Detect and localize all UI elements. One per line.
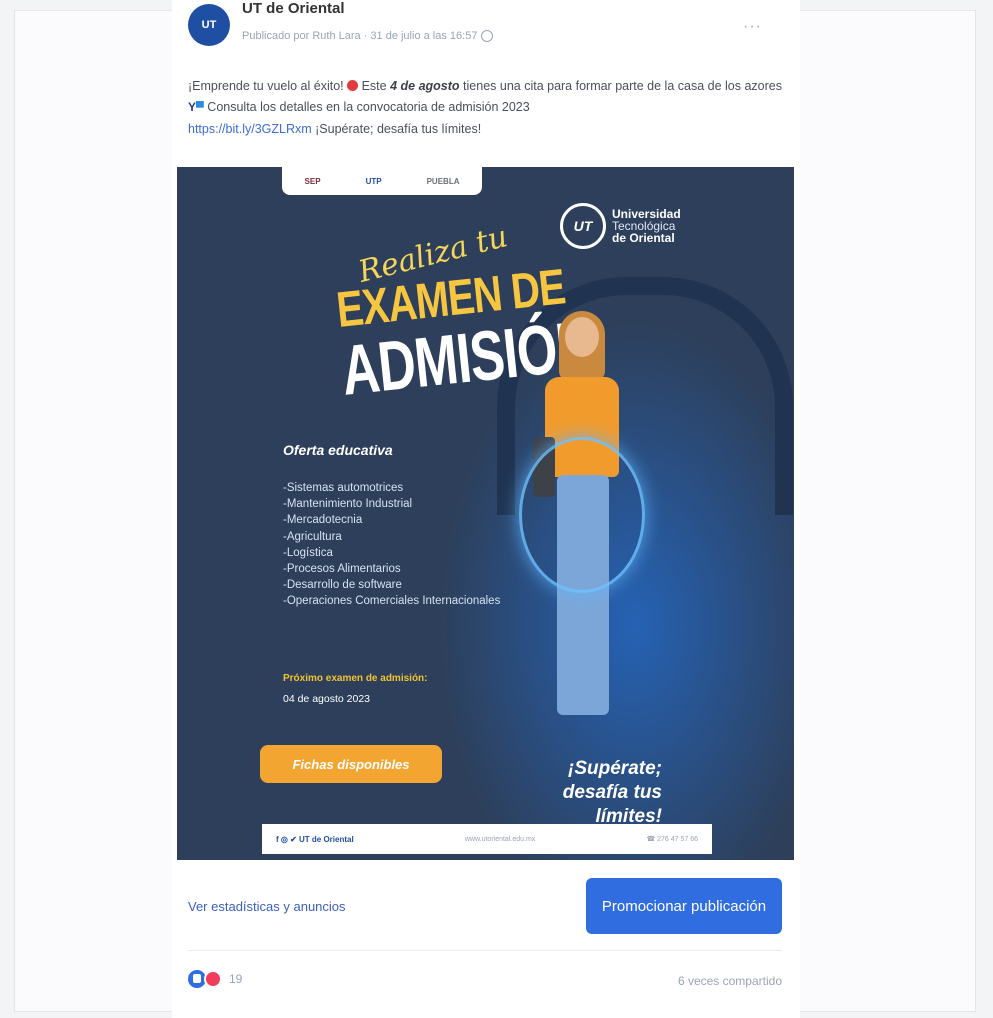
more-options-icon[interactable]: ··· (743, 18, 762, 36)
post-header: UT UT de Oriental Publicado por Ruth Lar… (188, 0, 788, 60)
post-meta: Publicado por Ruth Lara · 31 de julio a … (242, 30, 494, 42)
post-text-part: ¡Emprende tu vuelo al éxito! (188, 79, 348, 93)
facebook-post: UT UT de Oriental Publicado por Ruth Lar… (172, 0, 800, 1018)
sponsor-logos: SEP UTP PUEBLA (282, 167, 482, 195)
next-exam-date: 04 de agosto 2023 (283, 693, 370, 705)
post-text: ¡Emprende tu vuelo al éxito! Este 4 de a… (188, 76, 788, 140)
university-name-line: de Oriental (612, 231, 675, 245)
reactions[interactable]: 19 (188, 970, 242, 988)
puebla-logo: PUEBLA (426, 176, 460, 186)
next-exam-label: Próximo examen de admisión: (283, 673, 428, 684)
divider (188, 950, 782, 951)
offer-item: -Mantenimiento Industrial (283, 498, 413, 511)
post-text-part: Este (358, 79, 391, 93)
promote-button[interactable]: Promocionar publicación (586, 878, 782, 934)
offer-item: -Operaciones Comerciales Internacionales (283, 595, 501, 608)
website: www.utoriental.edu.mx (464, 835, 536, 843)
stats-link[interactable]: Ver estadísticas y anuncios (188, 899, 346, 914)
student-figure (519, 311, 645, 767)
graduation-cap-icon: ▀ (196, 102, 204, 114)
student-head (565, 317, 599, 357)
page-avatar[interactable]: UT (188, 4, 230, 46)
ut-logo-icon: UT (560, 203, 606, 249)
page-name[interactable]: UT de Oriental (242, 0, 345, 17)
reaction-count: 19 (229, 972, 243, 986)
globe-icon (481, 30, 494, 42)
post-image[interactable]: SEP UTP PUEBLA UT Universidad Tecnológic… (177, 167, 794, 860)
offer-item: -Mercadotecnia (283, 514, 363, 527)
post-text-part: ¡Supérate; desafía tus límites! (311, 122, 482, 136)
utp-logo: UTP (365, 176, 382, 186)
post-actions: Ver estadísticas y anuncios Promocionar … (188, 878, 782, 938)
love-icon (204, 970, 222, 988)
offer-item: -Procesos Alimentarios (283, 563, 401, 576)
slogan-line: desafía tus límites! (562, 782, 662, 827)
slogan-line: ¡Supérate; (568, 758, 662, 779)
offer-item: -Agricultura (283, 530, 342, 543)
university-logo: UT Universidad Tecnológica de Oriental (560, 203, 681, 249)
phone: ☎ 276 47 57 66 (646, 836, 698, 843)
post-text-part: tienes una cita para formar parte de la … (459, 79, 782, 93)
social-handles: f ◎ ✔ UT de Oriental (276, 834, 354, 844)
offer-title: Oferta educativa (283, 442, 393, 458)
offer-list: -Sistemas automotrices -Mantenimiento In… (283, 480, 500, 610)
bird-icon: Y (188, 100, 197, 114)
post-text-part: Consulta los detalles en la convocatoria… (203, 100, 530, 114)
poster-footer: f ◎ ✔ UT de Oriental www.utoriental.edu.… (262, 824, 712, 854)
slogan: ¡Supérate; desafía tus límites! (512, 757, 662, 829)
light-ring (519, 437, 645, 593)
post-text-date: 4 de agosto (390, 79, 460, 93)
post-meta-text: Publicado por Ruth Lara · 31 de julio a … (242, 30, 478, 42)
offer-item: -Desarrollo de software (283, 579, 402, 592)
offer-item: -Sistemas automotrices (283, 482, 404, 494)
university-name: Universidad Tecnológica de Oriental (612, 208, 681, 244)
fichas-badge: Fichas disponibles (260, 745, 442, 783)
offer-item: -Logística (283, 546, 333, 559)
heart-icon (347, 80, 359, 91)
post-link[interactable]: https://bit.ly/3GZLRxm (188, 122, 312, 136)
share-count[interactable]: 6 veces compartido (678, 974, 782, 988)
sep-logo: SEP (304, 176, 321, 186)
